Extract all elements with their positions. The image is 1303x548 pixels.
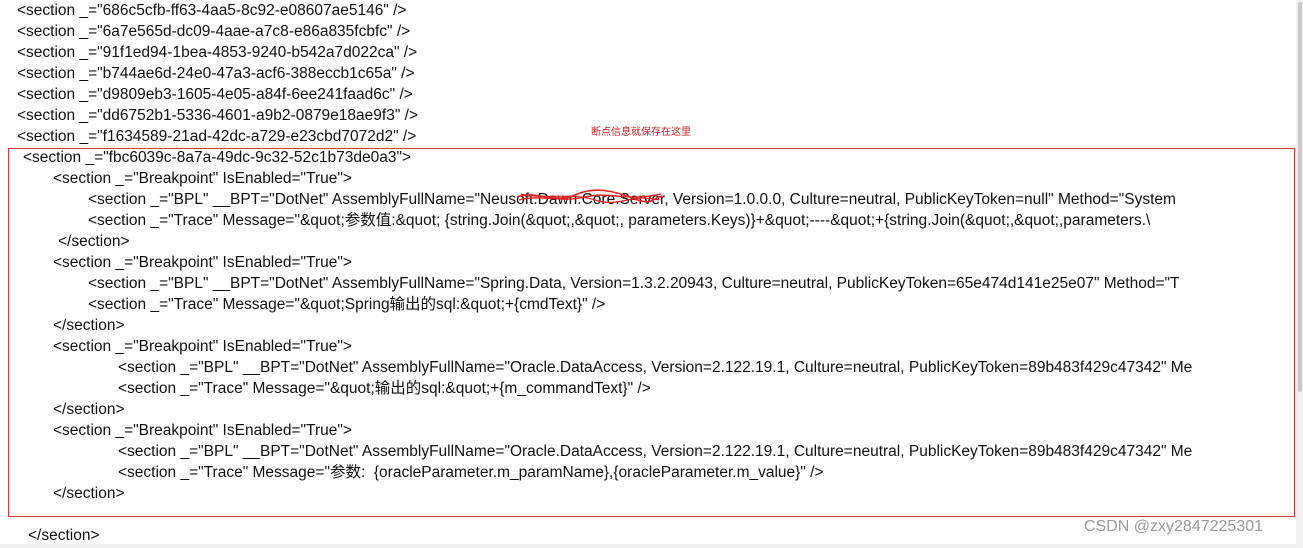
code-line: <section _="Breakpoint" IsEnabled="True"… [53,170,352,187]
watermark: CSDN @zxy2847225301 [1084,518,1264,535]
code-line: <section _="Breakpoint" IsEnabled="True"… [53,422,352,439]
code-line: </section> [53,485,125,502]
code-line: </section> [53,317,125,334]
scrollbar-thumb[interactable] [1298,2,1302,392]
text-editor[interactable]: <section _="686c5cfb-ff63-4aa5-8c92-e086… [0,0,1303,548]
code-line: <section _="fbc6039c-8a7a-49dc-9c32-52c1… [23,149,412,166]
vertical-scrollbar[interactable] [1296,0,1303,548]
code-line: <section _="91f1ed94-1bea-4853-9240-b542… [17,44,418,61]
code-line: </section> [58,233,130,250]
redaction-scribble [516,189,664,204]
code-line: <section _="Trace" Message="参数: {oracleP… [118,464,824,481]
code-line: <section _="Breakpoint" IsEnabled="True"… [53,254,352,271]
code-line: <section _="b744ae6d-24e0-47a3-acf6-388e… [17,65,415,82]
code-line: </section> [53,401,125,418]
code-line: <section _="Breakpoint" IsEnabled="True"… [53,338,352,355]
code-line: <section _="BPL" __BPT="DotNet" Assembly… [118,443,1193,460]
code-line: <section _="686c5cfb-ff63-4aa5-8c92-e086… [17,2,407,19]
code-line: <section _="Trace" Message="&quot;输出的sql… [118,380,651,397]
code-line: <section _="Trace" Message="&quot;Spring… [88,296,606,313]
horizontal-scrollbar[interactable] [0,544,1296,548]
code-line: <section _="6a7e565d-dc09-4aae-a7c8-e86a… [17,23,411,40]
code-line: <section _="d9809eb3-1605-4e05-a84f-6ee2… [17,86,413,103]
code-line: <section _="f1634589-21ad-42dc-a729-e23c… [17,128,417,145]
code-line: <section _="BPL" __BPT="DotNet" Assembly… [118,359,1193,376]
code-line: <section _="dd6752b1-5336-4601-a9b2-0879… [17,107,418,124]
code-line: <section _="BPL" __BPT="DotNet" Assembly… [88,275,1180,292]
code-line: <section _="Trace" Message="&quot;参数值:&q… [88,212,1151,229]
code-line: </section> [28,527,100,544]
annotation-note: 断点信息就保存在这里 [591,127,691,138]
